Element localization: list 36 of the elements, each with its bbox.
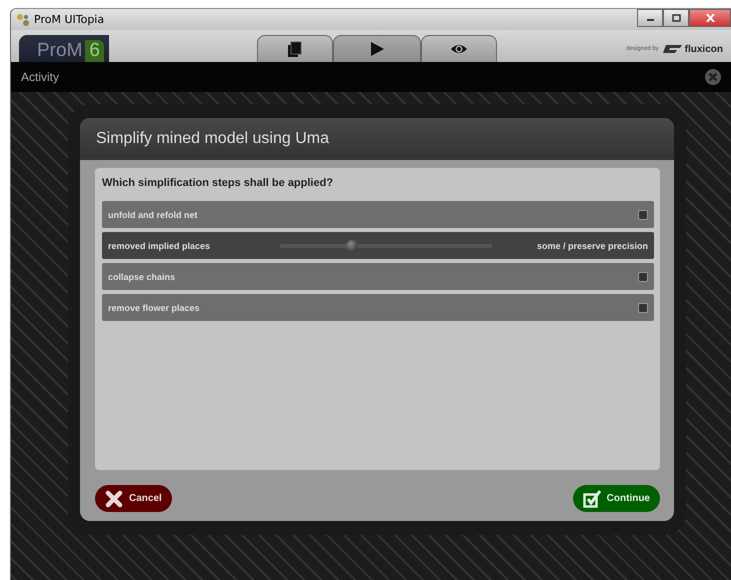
- option-row[interactable]: unfold and refold net: [102, 201, 654, 228]
- close-icon: [105, 490, 123, 508]
- option-label: collapse chains: [108, 272, 176, 282]
- app-icon: [16, 12, 30, 26]
- minimize-button[interactable]: [637, 9, 663, 27]
- cancel-button[interactable]: Cancel: [95, 485, 172, 512]
- pages-icon: [286, 40, 304, 58]
- view-tab[interactable]: [421, 35, 497, 62]
- view-tab[interactable]: [333, 35, 421, 62]
- question-text: Which simplification steps shall be applied?: [102, 177, 334, 189]
- maximize-icon: [672, 14, 680, 22]
- activity-title: Activity: [21, 70, 60, 84]
- fluxicon-logo-icon: [662, 44, 682, 54]
- close-icon: [706, 14, 714, 22]
- close-button[interactable]: [689, 9, 731, 27]
- checkbox[interactable]: [638, 210, 648, 220]
- option-label: remove flower places: [108, 302, 201, 312]
- continue-button[interactable]: Continue: [572, 485, 660, 512]
- option-label: removed implied places: [108, 240, 212, 250]
- slider-thumb[interactable]: [346, 240, 358, 252]
- checked-box-icon: [582, 490, 601, 508]
- close-icon[interactable]: [705, 69, 721, 85]
- option-row[interactable]: collapse chains: [102, 263, 654, 290]
- brand-name: fluxicon: [684, 44, 723, 54]
- option-label: unfold and refold net: [108, 210, 198, 220]
- prom-logo: ProM 6: [19, 35, 109, 62]
- slider-reading: some / preserve precision: [536, 240, 648, 250]
- option-row[interactable]: remove flower places: [102, 294, 654, 321]
- checkbox[interactable]: [638, 272, 648, 282]
- checkbox[interactable]: [638, 302, 648, 312]
- maximize-button[interactable]: [663, 9, 689, 27]
- view-tab[interactable]: [257, 35, 333, 62]
- slider-row[interactable]: removed implied places some / preserve precision: [102, 232, 654, 259]
- window-title: ProM UITopia: [34, 13, 104, 26]
- dialog-title: Simplify mined model using Uma: [96, 130, 329, 148]
- play-icon: [368, 40, 386, 58]
